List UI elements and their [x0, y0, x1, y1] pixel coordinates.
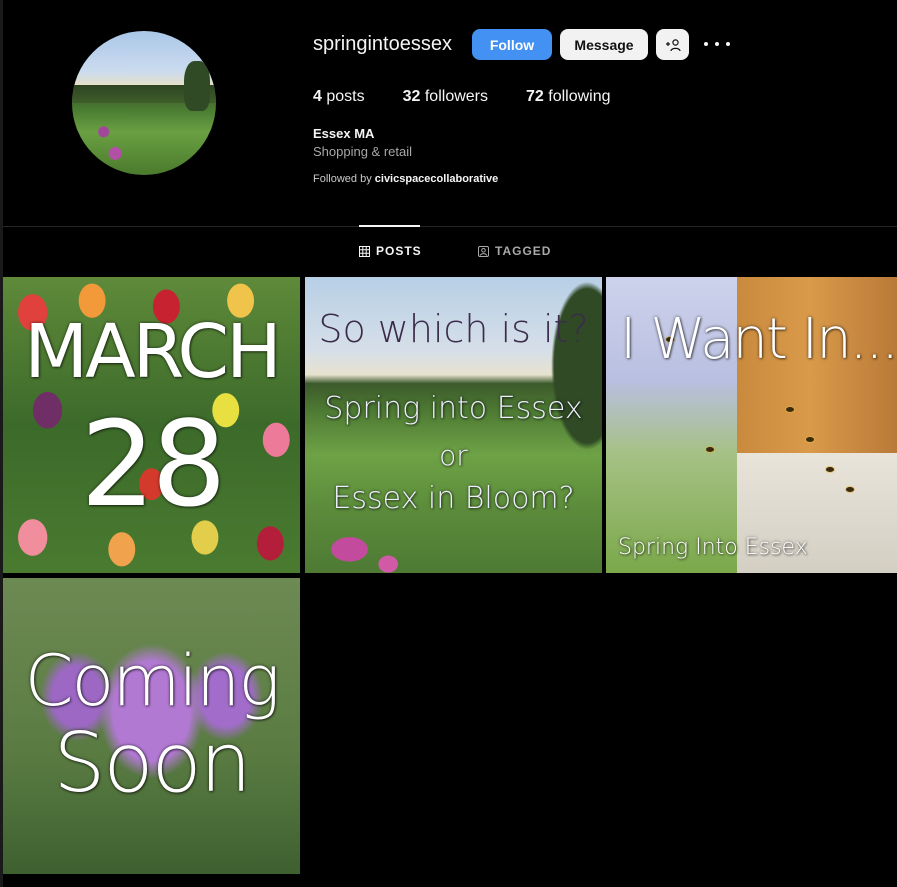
follow-button[interactable]: Follow	[472, 29, 552, 60]
followers-stat[interactable]: 32 followers	[403, 88, 488, 106]
following-count: 72	[526, 88, 544, 105]
profile-stats: 4 posts 32 followers 72 following	[313, 88, 649, 106]
post-text-line: or	[439, 439, 468, 472]
tab-tagged[interactable]: TAGGED	[478, 244, 551, 258]
posts-label: posts	[326, 88, 365, 105]
bee-icon	[846, 487, 854, 492]
post-text-line: 28	[80, 395, 226, 533]
post-tile-coming-soon[interactable]: Coming Soon	[3, 578, 300, 874]
profile-username: springintoessex	[313, 33, 452, 55]
followers-label: followers	[424, 88, 488, 105]
post-text-line: So which is it?	[318, 307, 589, 351]
tab-tagged-label: TAGGED	[495, 244, 552, 258]
post-tile-march-28[interactable]: MARCH 28	[3, 277, 300, 573]
post-text-line: Spring into Essex	[324, 391, 583, 426]
bee-icon	[826, 467, 834, 472]
tab-divider	[3, 226, 897, 227]
profile-page: springintoessex Follow Message 4 posts 3…	[0, 0, 897, 887]
grid-icon	[359, 245, 370, 257]
post-text-line: Spring Into Essex	[618, 535, 808, 560]
dot	[704, 42, 708, 46]
add-user-icon	[665, 38, 681, 51]
post-text-line: Coming	[24, 640, 281, 722]
following-stat[interactable]: 72 following	[526, 88, 611, 106]
more-options-icon[interactable]	[704, 33, 730, 55]
profile-category: Shopping & retail	[313, 144, 413, 159]
tab-posts-label: POSTS	[376, 244, 422, 258]
followers-count: 32	[402, 88, 421, 105]
post-text-line: Essex in Bloom?	[332, 481, 575, 516]
profile-avatar[interactable]	[72, 31, 216, 175]
message-button[interactable]: Message	[560, 29, 648, 60]
posts-count: 4	[313, 88, 322, 105]
posts-stat: 4 posts	[313, 88, 365, 106]
profile-display-name: Essex MA	[313, 126, 375, 141]
post-text-line: Soon	[53, 716, 251, 811]
post-tile-which-is-it[interactable]: So which is it? Spring into Essex or Ess…	[305, 277, 602, 573]
tab-posts[interactable]: POSTS	[359, 244, 422, 258]
active-tab-indicator	[359, 225, 420, 227]
followed-by-user[interactable]: civicspacecollaborative	[375, 173, 499, 185]
post-text-line: I Want In...	[620, 307, 897, 372]
bee-icon	[806, 437, 814, 442]
post-text-line: MARCH	[24, 309, 282, 395]
bee-icon	[706, 447, 714, 452]
suggested-users-button[interactable]	[656, 29, 689, 60]
followed-by-prefix: Followed by	[313, 173, 372, 185]
followed-by-text[interactable]: Followed by civicspacecollaborative	[313, 173, 498, 185]
bee-icon	[786, 407, 794, 412]
dot	[726, 42, 730, 46]
avatar-tree	[184, 61, 210, 111]
dot	[715, 42, 719, 46]
post-tile-i-want-in[interactable]: I Want In... Spring Into Essex	[606, 277, 897, 573]
following-label: following	[548, 88, 611, 105]
tagged-user-icon	[478, 245, 489, 257]
